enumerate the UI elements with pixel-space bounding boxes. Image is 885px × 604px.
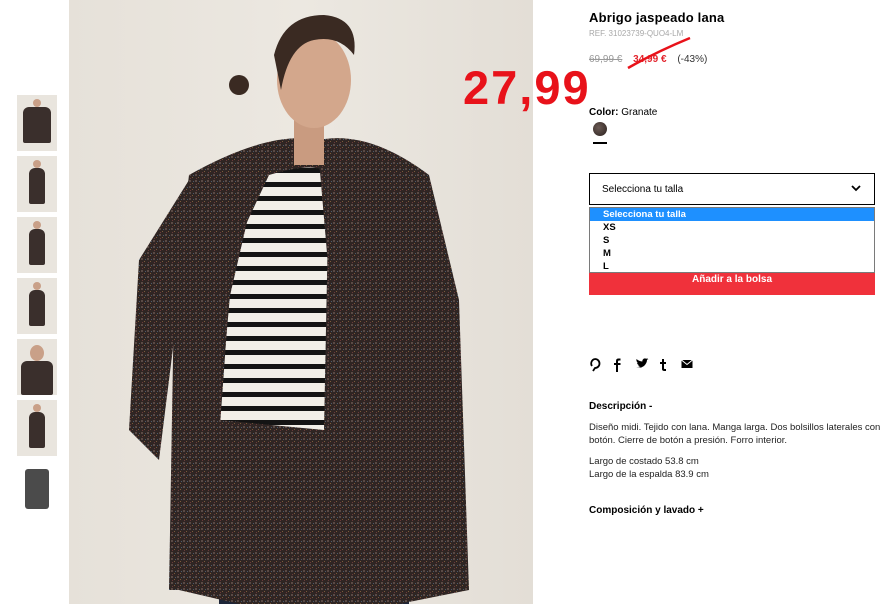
- pinterest-icon[interactable]: [589, 358, 612, 374]
- chevron-down-icon: [851, 185, 861, 192]
- size-select-label: Selecciona tu talla: [602, 184, 684, 195]
- old-price: 69,99 €: [589, 54, 623, 65]
- color-row: Color: Granate: [589, 107, 657, 118]
- measurement-side-length: Largo de costado 53.8 cm: [589, 456, 699, 467]
- color-label: Color:: [589, 107, 619, 118]
- product-title: Abrigo jaspeado lana: [589, 10, 725, 25]
- description-heading[interactable]: Descripción -: [589, 401, 652, 412]
- mail-icon[interactable]: [681, 358, 704, 374]
- size-select[interactable]: Selecciona tu talla: [589, 173, 875, 205]
- thumbnail-4[interactable]: [17, 278, 57, 334]
- swatch-selected-indicator: [593, 142, 607, 144]
- size-dropdown-list: Selecciona tu talla XS S M L: [589, 207, 875, 273]
- color-swatch-granate[interactable]: [593, 122, 607, 136]
- size-option-l[interactable]: L: [590, 260, 874, 273]
- add-to-bag-button[interactable]: Añadir a la bolsa: [589, 273, 875, 295]
- description-text: Diseño midi. Tejido con lana. Manga larg…: [589, 422, 881, 446]
- composition-heading[interactable]: Composición y lavado +: [589, 505, 704, 516]
- twitter-icon[interactable]: [635, 358, 658, 374]
- size-option-placeholder[interactable]: Selecciona tu talla: [590, 208, 874, 221]
- thumbnail-6[interactable]: [17, 400, 57, 456]
- share-icons: [589, 358, 704, 374]
- thumbnail-list: [17, 95, 57, 522]
- tumblr-icon[interactable]: [658, 358, 681, 374]
- thumbnail-2[interactable]: [17, 156, 57, 212]
- measurement-back-length: Largo de la espalda 83.9 cm: [589, 469, 709, 480]
- size-option-xs[interactable]: XS: [590, 221, 874, 234]
- thumbnail-5[interactable]: [17, 339, 57, 395]
- size-option-m[interactable]: M: [590, 247, 874, 260]
- thumbnail-7[interactable]: [17, 461, 57, 517]
- thumbnail-1[interactable]: [17, 95, 57, 151]
- thumbnail-3[interactable]: [17, 217, 57, 273]
- price-strike-annotation: [627, 36, 691, 70]
- color-value: Granate: [621, 107, 658, 118]
- annotated-price: 27,99: [463, 61, 591, 114]
- measurements: Largo de costado 53.8 cm Largo de la esp…: [589, 455, 709, 481]
- size-option-s[interactable]: S: [590, 234, 874, 247]
- facebook-icon[interactable]: [612, 358, 635, 374]
